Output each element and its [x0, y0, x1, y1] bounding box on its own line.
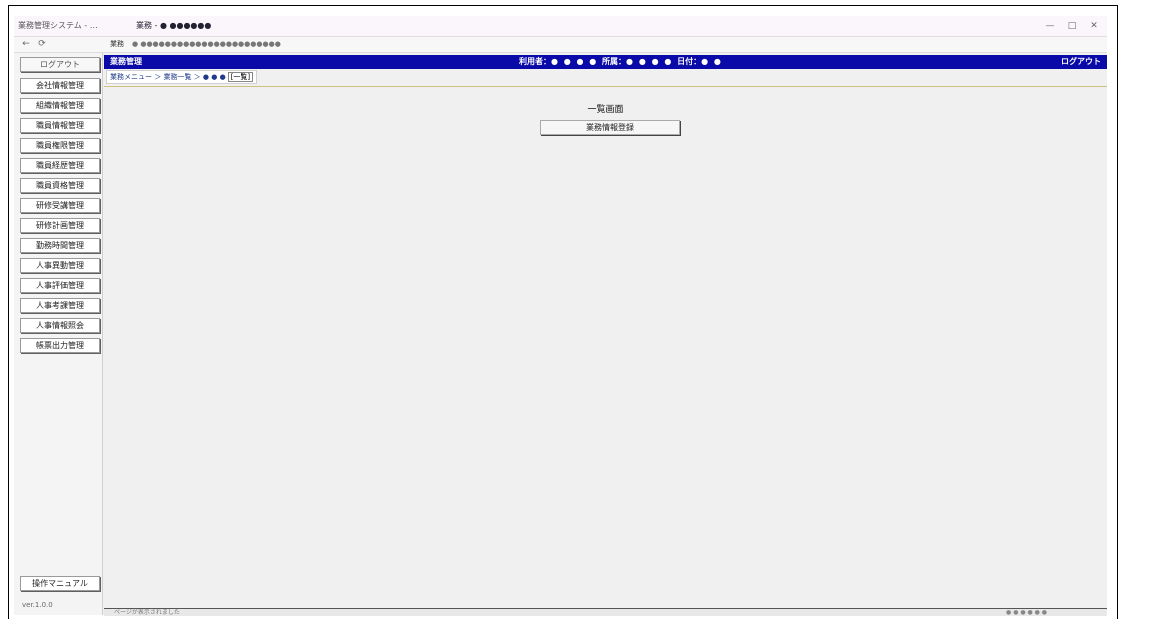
breadcrumb: 業務メニュー ＞ 業務一覧 ＞ ● ● ● [一覧]	[106, 70, 258, 84]
sidebar-item-organization[interactable]: 組織情報管理	[20, 98, 100, 113]
version-label: ver.1.0.0	[22, 601, 53, 609]
browser-tab-2-label: 業務 - ● ●●●●●●	[136, 21, 212, 30]
browser-tab-1[interactable]: 業務管理システム - …	[18, 19, 130, 33]
sidebar-item-training-plan[interactable]: 研修計画管理	[20, 218, 100, 233]
header-logout-link[interactable]: ログアウト	[1061, 56, 1101, 68]
title-bar: 業務管理システム - … 業務 - ● ●●●●●● — □ ✕	[14, 16, 1107, 37]
sidebar-item-appraisal[interactable]: 人事考課管理	[20, 298, 100, 313]
breadcrumb-current: [一覧]	[227, 72, 254, 82]
app-name: 業務管理	[110, 57, 142, 66]
status-bar: ページが表示されました ● ● ● ● ● ●	[104, 608, 1107, 616]
sidebar-item-permissions[interactable]: 職員権限管理	[20, 138, 100, 153]
url-field[interactable]: ● ●●●●●●●●●●●●●●●●●●●●●●●	[132, 39, 281, 50]
address-label: 業務	[110, 40, 124, 48]
main-content: 一覧画面 業務情報登録	[104, 87, 1107, 607]
sidebar-item-transfers[interactable]: 人事異動管理	[20, 258, 100, 273]
sidebar-item-company[interactable]: 会社情報管理	[20, 78, 100, 93]
sidebar-item-reports[interactable]: 帳票出力管理	[20, 338, 100, 353]
reload-icon[interactable]: ⟳	[36, 38, 48, 50]
sidebar-item-evaluation[interactable]: 人事評価管理	[20, 278, 100, 293]
status-text: ページが表示されました	[114, 609, 180, 616]
outer-frame-right	[1117, 5, 1118, 619]
sidebar-item-staff[interactable]: 職員情報管理	[20, 118, 100, 133]
close-icon[interactable]: ✕	[1083, 19, 1105, 33]
register-button[interactable]: 業務情報登録	[540, 120, 680, 135]
sidebar-item-qualifications[interactable]: 職員資格管理	[20, 178, 100, 193]
maximize-icon[interactable]: □	[1061, 19, 1083, 33]
outer-frame-top	[8, 5, 1118, 6]
user-info: 利用者：● ● ● ● 所属：● ● ● ● 日付：● ●	[519, 57, 721, 66]
status-right: ● ● ● ● ● ●	[1006, 609, 1047, 616]
breadcrumb-path[interactable]: 業務メニュー ＞ 業務一覧 ＞ ● ● ●	[110, 73, 226, 81]
outer-frame-left	[8, 5, 9, 619]
browser-window: 業務管理システム - … 業務 - ● ●●●●●● — □ ✕ ← ⟳ 業務 …	[14, 16, 1107, 616]
sidebar-item-work-hours[interactable]: 勤務時間管理	[20, 238, 100, 253]
browser-tab-2[interactable]: 業務 - ● ●●●●●●	[136, 19, 216, 33]
page-title: 一覧画面	[587, 105, 624, 115]
sidebar-item-training[interactable]: 研修受講管理	[20, 198, 100, 213]
back-icon[interactable]: ←	[20, 38, 32, 50]
minimize-icon[interactable]: —	[1039, 19, 1061, 33]
sidebar: ログアウト 会社情報管理 組織情報管理 職員情報管理 職員権限管理 職員経歴管理…	[14, 53, 103, 615]
sidebar-item-career[interactable]: 職員経歴管理	[20, 158, 100, 173]
app-header: 業務管理 利用者：● ● ● ● 所属：● ● ● ● 日付：● ● ログアウト	[104, 55, 1107, 69]
manual-button[interactable]: 操作マニュアル	[20, 576, 100, 591]
address-bar: ← ⟳ 業務 ● ●●●●●●●●●●●●●●●●●●●●●●●	[14, 37, 1107, 53]
sidebar-item-logout[interactable]: ログアウト	[20, 57, 100, 72]
sidebar-item-inquiry[interactable]: 人事情報照会	[20, 318, 100, 333]
